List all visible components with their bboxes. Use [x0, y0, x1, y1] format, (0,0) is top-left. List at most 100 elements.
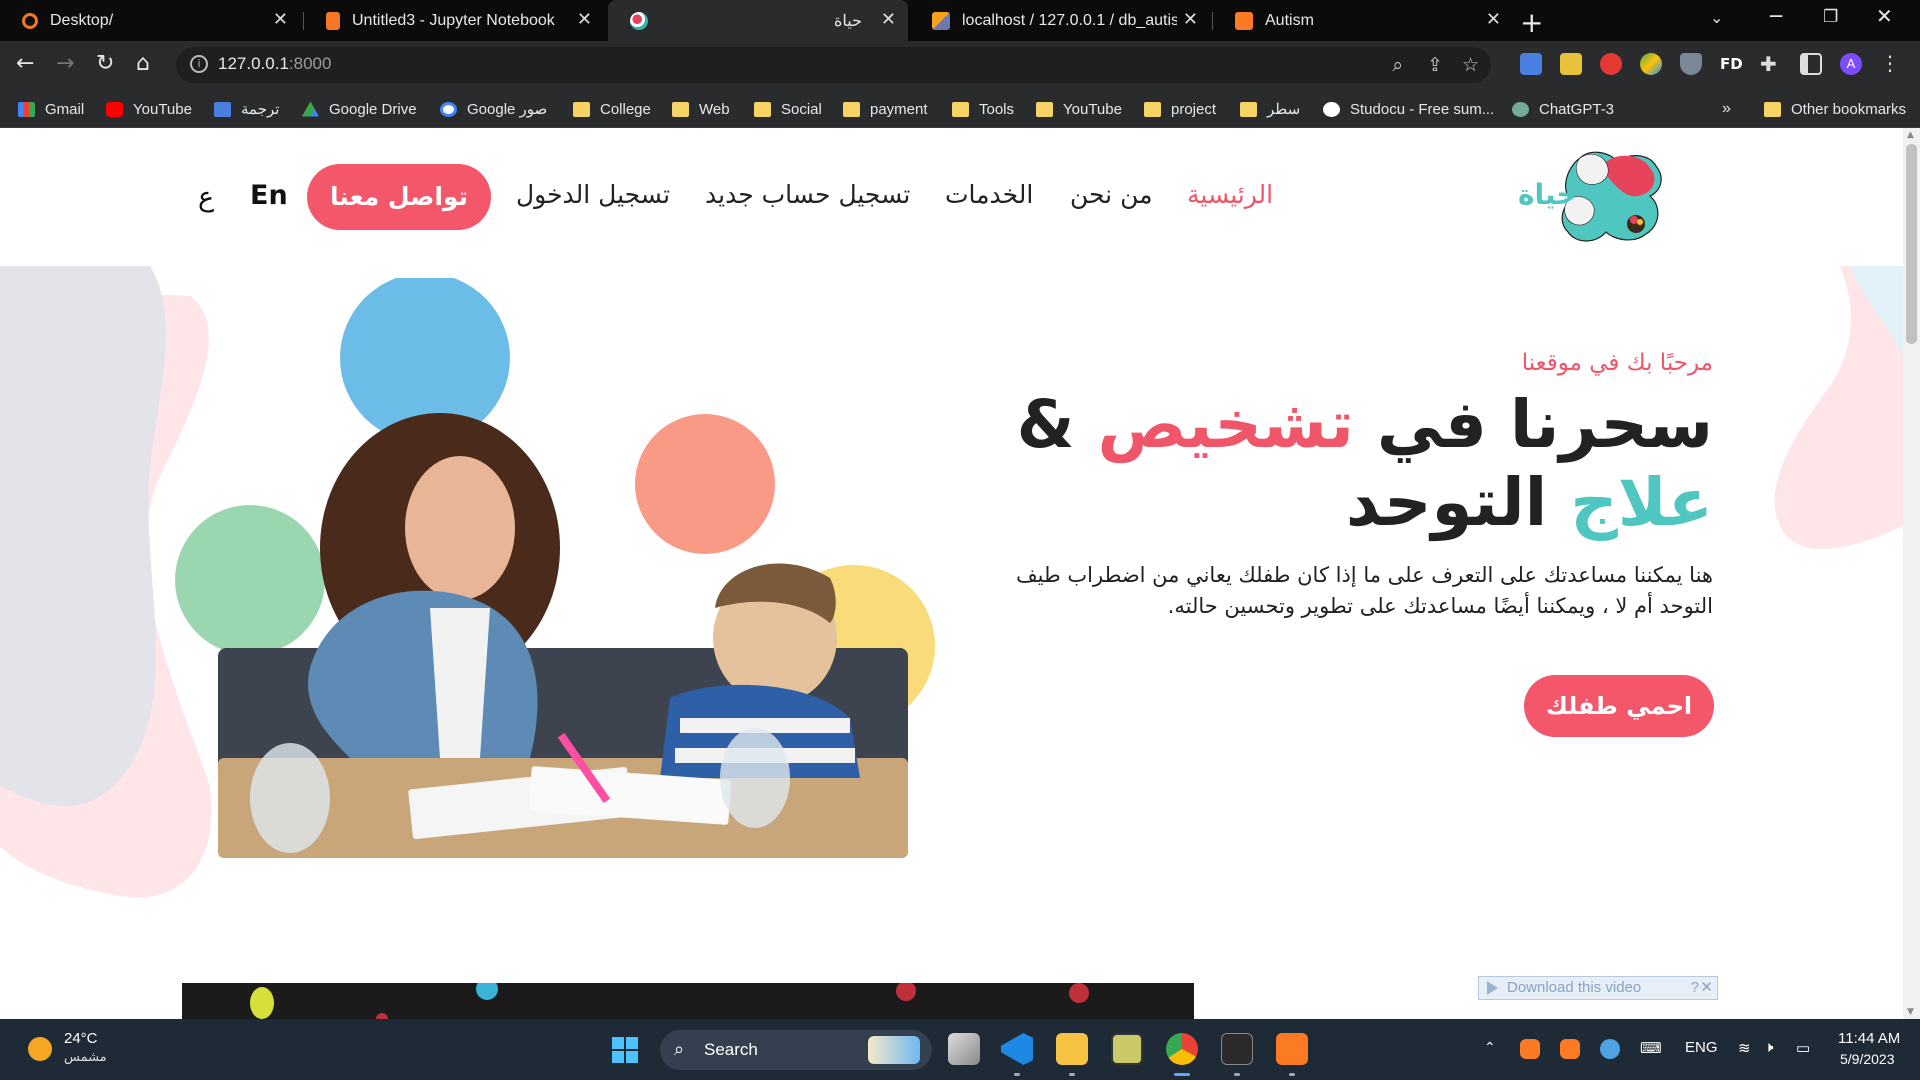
bookmark-tools[interactable]: Tools	[952, 99, 1014, 119]
url-text[interactable]: 127.0.0.1:8000	[218, 54, 331, 74]
minimize-button[interactable]: ─	[1770, 4, 1782, 28]
menu-kebab-icon[interactable]: ⋮	[1880, 53, 1902, 75]
bookmark-social[interactable]: Social	[754, 99, 822, 119]
adblock-extension-icon[interactable]	[1600, 53, 1622, 75]
tab-desktop[interactable]: Desktop/ ✕	[0, 0, 300, 41]
nav-login[interactable]: تسجيل الدخول	[516, 180, 670, 209]
language-en-button[interactable]: En	[250, 180, 288, 211]
search-highlight-icon	[868, 1036, 920, 1064]
close-window-button[interactable]: ✕	[1876, 4, 1893, 28]
scrollbar-thumb[interactable]	[1906, 144, 1917, 344]
input-language[interactable]: ENG	[1685, 1039, 1718, 1056]
bookmark-translate[interactable]: ترجمة	[214, 99, 279, 119]
weather-description[interactable]: مشمس	[64, 1050, 107, 1065]
file-explorer-icon[interactable]	[1056, 1033, 1088, 1065]
home-button[interactable]: ⌂	[136, 51, 150, 76]
bookmark-payment[interactable]: payment	[843, 99, 928, 119]
bookmark-youtube[interactable]: YouTube	[106, 99, 192, 119]
tab-search-icon[interactable]: ⌄	[1710, 8, 1723, 27]
profile-avatar[interactable]: A	[1840, 53, 1862, 75]
cloud-tray-icon[interactable]	[1600, 1039, 1620, 1059]
nav-register[interactable]: تسجيل حساب جديد	[705, 180, 910, 209]
volume-muted-icon[interactable]: 🕨	[1764, 1039, 1773, 1056]
search-icon: ⌕	[674, 1039, 685, 1060]
jupyter-icon	[22, 12, 38, 29]
bookmark-google-photos[interactable]: Google صور	[440, 99, 547, 119]
keyboard-icon[interactable]: ⌨	[1640, 1039, 1662, 1057]
close-tab-icon[interactable]: ✕	[1183, 9, 1198, 30]
zoom-icon[interactable]: ⌕	[1392, 54, 1403, 76]
tab-hayah[interactable]: حياة ✕	[608, 0, 908, 41]
bookmark-project[interactable]: project	[1144, 99, 1216, 119]
scroll-down-icon[interactable]: ▼	[1907, 1007, 1914, 1017]
vscode-icon[interactable]	[1001, 1033, 1033, 1065]
close-tab-icon[interactable]: ✕	[1486, 9, 1501, 30]
wifi-icon[interactable]: ≋	[1738, 1039, 1751, 1057]
new-tab-button[interactable]: +	[1520, 6, 1543, 39]
bookmark-web[interactable]: Web	[672, 99, 730, 119]
tab-phpmyadmin[interactable]: localhost / 127.0.0.1 / db_autism ✕	[910, 0, 1210, 41]
other-bookmarks[interactable]: Other bookmarks	[1764, 99, 1906, 119]
side-panel-icon[interactable]	[1800, 53, 1822, 75]
restore-button[interactable]: ❐	[1823, 7, 1838, 27]
shield-icon[interactable]	[1680, 53, 1702, 75]
xampp-tray-icon[interactable]	[1560, 1039, 1580, 1059]
bookmark-gmail[interactable]: Gmail	[18, 99, 84, 119]
nav-home[interactable]: الرئيسية	[1187, 180, 1273, 209]
help-icon[interactable]: ?	[1691, 977, 1699, 999]
bookmark-college[interactable]: College	[573, 99, 651, 119]
site-info-icon[interactable]: i	[190, 55, 208, 73]
chrome-icon[interactable]	[1166, 1033, 1198, 1065]
terminal-icon[interactable]	[1221, 1033, 1253, 1065]
folder-icon	[754, 101, 771, 117]
close-tab-icon[interactable]: ✕	[273, 9, 288, 30]
back-button[interactable]: ←	[16, 51, 34, 76]
download-video-helper[interactable]: Download this video ? ✕	[1478, 976, 1718, 1000]
close-tab-icon[interactable]: ✕	[881, 9, 896, 30]
page-scrollbar[interactable]: ▲ ▼	[1903, 128, 1920, 1019]
close-icon[interactable]: ✕	[1700, 977, 1713, 999]
bookmark-chatgpt[interactable]: ChatGPT-3	[1512, 99, 1614, 119]
battery-icon[interactable]: ▭	[1796, 1039, 1810, 1057]
logo-text: حياة	[1518, 178, 1577, 211]
tab-jupyter[interactable]: Untitled3 - Jupyter Notebook ✕	[304, 0, 604, 41]
forward-button[interactable]: →	[56, 51, 74, 76]
tray-overflow-icon[interactable]: ⌃	[1484, 1039, 1496, 1056]
taskbar-search[interactable]: ⌕ Search	[660, 1030, 932, 1070]
clock-date[interactable]: 5/9/2023	[1840, 1051, 1895, 1067]
page-viewport: حياة الرئيسية من نحن الخدمات تسجيل حساب …	[0, 128, 1903, 1019]
close-tab-icon[interactable]: ✕	[577, 9, 592, 30]
protect-your-child-button[interactable]: احمي طفلك	[1524, 675, 1714, 737]
bookmark-google-drive[interactable]: Google Drive	[302, 99, 417, 119]
clock-time[interactable]: 11:44 AM	[1838, 1030, 1900, 1047]
chatgpt-icon	[1512, 101, 1529, 117]
fd-extension-icon[interactable]: FD	[1720, 53, 1743, 75]
nav-services[interactable]: الخدمات	[945, 180, 1033, 209]
bookmark-star-icon[interactable]: ☆	[1462, 54, 1479, 76]
language-ar-button[interactable]: ع	[198, 182, 214, 213]
tab-title: Autism	[1265, 11, 1314, 29]
task-view-icon[interactable]	[948, 1033, 980, 1065]
phpmyadmin-icon	[932, 11, 950, 30]
app-icon[interactable]	[1111, 1033, 1143, 1065]
puzzle-icon[interactable]: ✚	[1760, 53, 1782, 75]
weather-temperature[interactable]: 24°C	[64, 1030, 98, 1047]
xampp-icon[interactable]	[1276, 1033, 1308, 1065]
start-button[interactable]	[612, 1037, 638, 1063]
share-icon[interactable]: ⇪	[1427, 54, 1443, 76]
extension-icon[interactable]	[1640, 53, 1662, 75]
bookmark-satr[interactable]: سطر	[1240, 99, 1300, 119]
reload-button[interactable]: ↻	[96, 51, 114, 76]
xampp-tray-icon[interactable]	[1520, 1039, 1540, 1059]
extension-icon[interactable]	[1560, 53, 1582, 75]
address-bar[interactable]: i 127.0.0.1:8000 ⌕ ⇪ ☆	[176, 47, 1491, 83]
contact-us-button[interactable]: تواصل معنا	[307, 164, 491, 230]
tab-autism[interactable]: Autism ✕	[1213, 0, 1513, 41]
sun-icon[interactable]	[28, 1037, 52, 1061]
translate-extension-icon[interactable]	[1520, 53, 1542, 75]
bookmark-youtube-folder[interactable]: YouTube	[1036, 99, 1122, 119]
scroll-up-icon[interactable]: ▲	[1907, 130, 1914, 140]
bookmark-studocu[interactable]: Studocu - Free sum...	[1323, 99, 1494, 119]
bookmarks-overflow-button[interactable]: »	[1722, 99, 1731, 119]
nav-about[interactable]: من نحن	[1070, 180, 1153, 209]
